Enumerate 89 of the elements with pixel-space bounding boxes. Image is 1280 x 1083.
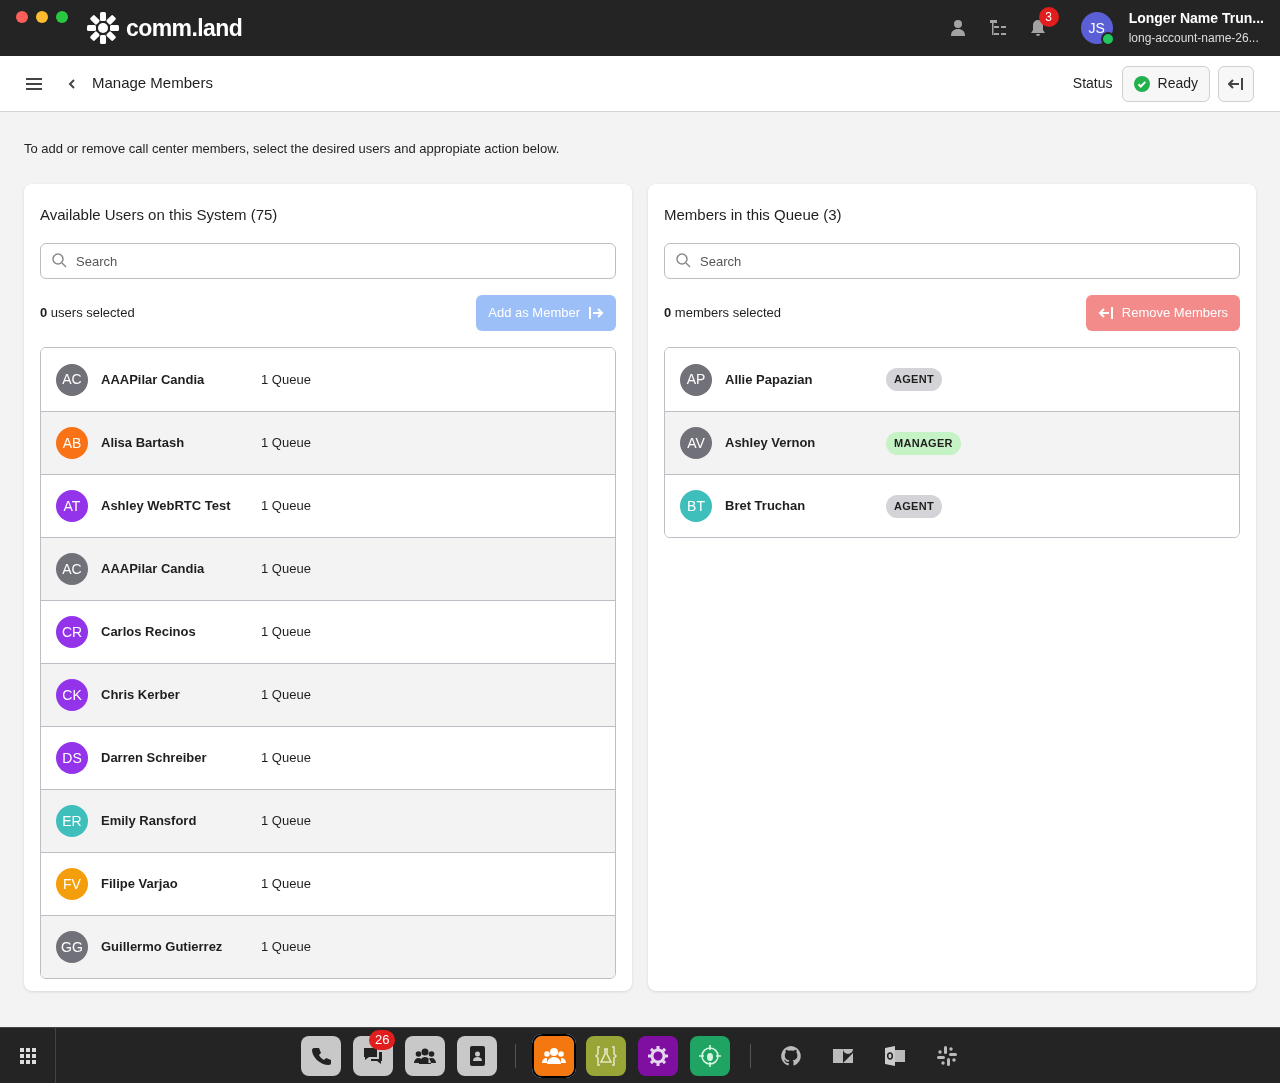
queue-count: 1 Queue (261, 875, 311, 894)
user-name: Chris Kerber (101, 686, 181, 705)
user-avatar: DS (56, 742, 88, 774)
app-grid-icon[interactable] (19, 1047, 36, 1064)
notification-badge: 3 (1038, 7, 1059, 27)
user-name: AAAPilar Candia (101, 370, 206, 389)
user-row[interactable]: AV Ashley Vernon MANAGER (665, 411, 1239, 474)
role-tag: AGENT (886, 494, 942, 518)
selection-count: 0 users selected (40, 304, 135, 323)
user-name: Guillermo Gutierrez (101, 938, 224, 957)
search-field[interactable]: Search (40, 243, 616, 279)
user-name: Darren Schreiber (101, 749, 208, 768)
user-avatar[interactable]: JS (1080, 12, 1113, 44)
user-name: Ashley WebRTC Test (101, 497, 232, 516)
logo-icon (86, 11, 120, 45)
user-avatar: AB (56, 427, 88, 459)
window-control[interactable] (36, 11, 48, 23)
user-name: Allie Papazian (725, 370, 814, 389)
instructions-text: To add or remove call center members, select the desired users and appropiate action below. (24, 140, 561, 158)
user-name: Alisa Bartash (101, 434, 186, 453)
status-button[interactable]: Ready (1121, 65, 1210, 102)
queue-count: 1 Queue (261, 938, 311, 957)
queue-count: 1 Queue (261, 686, 311, 705)
queue-count: 1 Queue (261, 497, 311, 516)
user-avatar: AC (56, 363, 88, 396)
user-name: Emily Ransford (101, 812, 198, 831)
queue-count: 1 Queue (261, 370, 311, 389)
user-row[interactable]: ER Emily Ransford 1 Queue (41, 789, 615, 852)
queue-count: 1 Queue (261, 812, 311, 831)
user-name: Carlos Recinos (101, 623, 197, 642)
user-avatar: GG (56, 931, 88, 963)
collapse-button[interactable] (1218, 65, 1254, 102)
hierarchy-icon[interactable] (988, 19, 1007, 37)
queue-count: 1 Queue (261, 749, 311, 768)
search-field[interactable]: Search (664, 243, 1240, 279)
user-avatar: ER (56, 805, 88, 837)
page-title: Manage Members (92, 73, 213, 94)
user-avatar: CR (56, 616, 88, 648)
selection-count: 0 members selected (664, 304, 782, 323)
user-avatar: BT (680, 490, 712, 522)
account-name: long-account-name-26... (1128, 30, 1260, 46)
user-name: Bret Truchan (725, 497, 807, 516)
user-row[interactable]: AB Alisa Bartash 1 Queue (41, 411, 615, 474)
user-name: Longer Name Trun... (1128, 10, 1264, 28)
agent-icon[interactable] (948, 19, 967, 37)
panel-title: Available Users on this System (75) (40, 204, 279, 225)
user-row[interactable]: GG Guillermo Gutierrez 1 Queue (41, 915, 615, 978)
user-name: AAAPilar Candia (101, 560, 206, 579)
back-icon[interactable] (68, 78, 76, 89)
arrow-left-icon (1097, 307, 1113, 319)
role-tag: MANAGER (886, 431, 961, 455)
arrow-right-icon (589, 307, 604, 319)
search-icon (676, 253, 691, 268)
menu-icon[interactable] (26, 77, 42, 90)
collapse-icon (1228, 76, 1244, 91)
flask-icon (594, 1043, 618, 1068)
panel-title: Members in this Queue (3) (664, 204, 843, 225)
app-tile[interactable] (586, 1035, 626, 1076)
status-label: Status (1072, 74, 1113, 93)
search-icon (52, 253, 67, 268)
app-tile[interactable] (405, 1035, 445, 1076)
online-status-icon (1100, 32, 1115, 46)
window-control[interactable] (56, 11, 68, 23)
brand-name: comm.land (126, 13, 243, 43)
user-row[interactable]: CK Chris Kerber 1 Queue (41, 663, 615, 726)
queue-count: 1 Queue (261, 623, 311, 642)
queue-count: 1 Queue (261, 434, 311, 453)
window-control[interactable] (16, 11, 28, 23)
app-tile[interactable] (457, 1035, 497, 1076)
gear-icon (646, 1043, 670, 1068)
user-avatar: AV (680, 427, 712, 459)
app-tile[interactable] (301, 1035, 341, 1076)
app-tile[interactable] (690, 1035, 730, 1076)
check-icon (1133, 75, 1150, 92)
user-row[interactable]: BT Bret Truchan AGENT (665, 474, 1239, 537)
bell-icon[interactable] (1028, 19, 1047, 37)
user-avatar: AC (56, 553, 88, 585)
queue-count: 1 Queue (261, 560, 311, 579)
user-avatar: AP (680, 363, 712, 396)
user-avatar: FV (56, 868, 88, 900)
user-name: Filipe Varjao (101, 875, 179, 894)
app-tile[interactable] (534, 1035, 574, 1076)
role-tag: AGENT (886, 368, 942, 391)
user-row[interactable]: AC AAAPilar Candia 1 Queue (41, 537, 615, 600)
user-avatar: CK (56, 679, 88, 711)
user-name: Ashley Vernon (725, 434, 817, 453)
app-tile[interactable] (638, 1035, 678, 1076)
user-avatar: AT (56, 490, 88, 522)
unread-badge: 26 (369, 1029, 396, 1050)
